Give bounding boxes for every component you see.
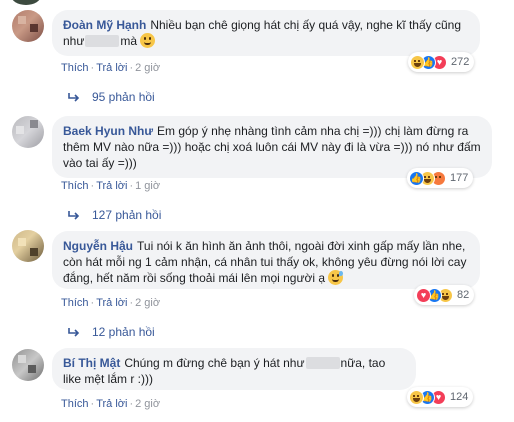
comment-bubble: Bí Thị Mật Chúng m đừng chê bạn ý hát như… — [52, 348, 416, 390]
comment-actions: Thích · Trả lời · 2 giờ — [61, 398, 161, 410]
replies-count: 127 phản hồi — [92, 208, 162, 222]
comment-bubble: Nguyễn Hậu Tui nói k ăn hình ăn ảnh thôi,… — [52, 231, 480, 289]
author-name[interactable]: Nguyễn Hậu — [63, 239, 133, 253]
comment-actions: Thích · Trả lời · 2 giờ — [61, 62, 161, 74]
view-replies-link[interactable]: 12 phản hồi — [68, 325, 155, 339]
reaction-count: 124 — [450, 391, 469, 403]
like-icon: 👍 — [409, 170, 424, 186]
timestamp[interactable]: 2 giờ — [135, 398, 160, 410]
comment-text-end: mà — [120, 34, 138, 48]
haha-icon — [409, 389, 424, 405]
like-link[interactable]: Thích — [61, 398, 89, 410]
reply-link[interactable]: Trả lời — [96, 297, 127, 309]
reply-arrow-icon — [68, 328, 80, 337]
comment-text: Chúng m đừng chê bạn ý hát như — [124, 356, 305, 370]
reply-link[interactable]: Trả lời — [96, 62, 127, 74]
reaction-summary[interactable]: 👍 177 — [407, 168, 474, 188]
avatar[interactable] — [12, 230, 44, 262]
comment-bubble: Đoàn Mỹ Hạnh Nhiều bạn chê giọng hát chị … — [52, 10, 480, 56]
sweat-smile-emoji-icon — [328, 270, 344, 285]
love-icon: ♥ — [416, 287, 431, 303]
censored-word — [85, 35, 120, 47]
replies-count: 12 phản hồi — [92, 325, 155, 339]
comment-actions: Thích · Trả lời · 1 giờ — [61, 180, 161, 192]
avatar — [11, 0, 41, 5]
view-replies-link[interactable]: 95 phản hồi — [68, 90, 155, 104]
author-name[interactable]: Đoàn Mỹ Hạnh — [63, 18, 146, 32]
reaction-count: 177 — [450, 172, 469, 184]
reaction-count: 272 — [451, 56, 470, 68]
view-replies-link[interactable]: 127 phản hồi — [68, 208, 161, 222]
comment-thread: Đoàn Mỹ Hạnh Nhiều bạn chê giọng hát chị … — [0, 0, 514, 422]
avatar[interactable] — [12, 10, 44, 42]
avatar[interactable] — [12, 116, 44, 148]
like-link[interactable]: Thích — [61, 297, 89, 309]
reaction-summary[interactable]: 👍 ♥ 272 — [408, 52, 475, 72]
reply-link[interactable]: Trả lời — [96, 180, 127, 192]
reply-arrow-icon — [68, 93, 80, 102]
smile-emoji-icon — [140, 33, 156, 48]
replies-count: 95 phản hồi — [92, 90, 155, 104]
timestamp[interactable]: 2 giờ — [135, 62, 160, 74]
reply-arrow-icon — [68, 211, 80, 220]
timestamp[interactable]: 1 giờ — [135, 180, 160, 192]
author-name[interactable]: Bí Thị Mật — [63, 356, 120, 370]
censored-word — [305, 357, 340, 369]
reaction-count: 82 — [457, 289, 470, 301]
reply-link[interactable]: Trả lời — [96, 398, 127, 410]
comment-actions: Thích · Trả lời · 2 giờ — [61, 297, 161, 309]
haha-icon — [410, 54, 425, 70]
timestamp[interactable]: 2 giờ — [135, 297, 160, 309]
avatar[interactable] — [12, 349, 44, 381]
author-name[interactable]: Baek Hyun Như — [63, 124, 153, 138]
reaction-summary[interactable]: ♥ 👍 82 — [414, 285, 475, 305]
like-link[interactable]: Thích — [61, 180, 89, 192]
reaction-summary[interactable]: 👍 ♥ 124 — [407, 387, 474, 407]
like-link[interactable]: Thích — [61, 62, 89, 74]
